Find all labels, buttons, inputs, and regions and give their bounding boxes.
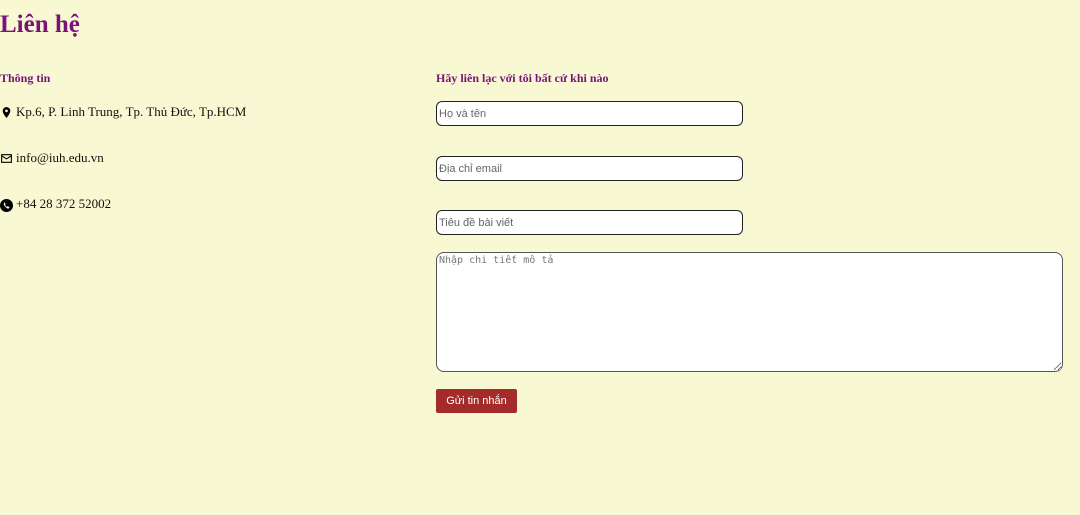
address-text: Kp.6, P. Linh Trung, Tp. Thủ Đức, Tp.HCM [16, 104, 247, 119]
message-textarea[interactable] [436, 252, 1063, 372]
contact-info-section: Thông tin Kp.6, P. Linh Trung, Tp. Thủ Đ… [0, 70, 420, 212]
page-title: Liên hệ [0, 11, 80, 38]
phone-icon [0, 198, 13, 212]
contact-form: Hãy liên lạc với tôi bất cứ khi nào Gửi … [436, 70, 1064, 413]
subject-input[interactable] [436, 210, 743, 235]
send-message-button[interactable]: Gửi tin nhắn [436, 389, 517, 413]
name-input[interactable] [436, 101, 743, 126]
email-row: info@iuh.edu.vn [0, 150, 104, 166]
contact-page: Liên hệ Thông tin Kp.6, P. Linh Trung, T… [0, 0, 1080, 515]
phone-text: +84 28 372 52002 [16, 196, 112, 211]
form-heading: Hãy liên lạc với tôi bất cứ khi nào [436, 71, 609, 85]
phone-row: +84 28 372 52002 [0, 196, 111, 212]
email-input[interactable] [436, 156, 743, 181]
email-text: info@iuh.edu.vn [16, 150, 104, 165]
info-heading: Thông tin [0, 71, 51, 85]
envelope-icon [0, 152, 13, 165]
location-pin-icon [0, 106, 13, 119]
address-row: Kp.6, P. Linh Trung, Tp. Thủ Đức, Tp.HCM [0, 104, 246, 120]
